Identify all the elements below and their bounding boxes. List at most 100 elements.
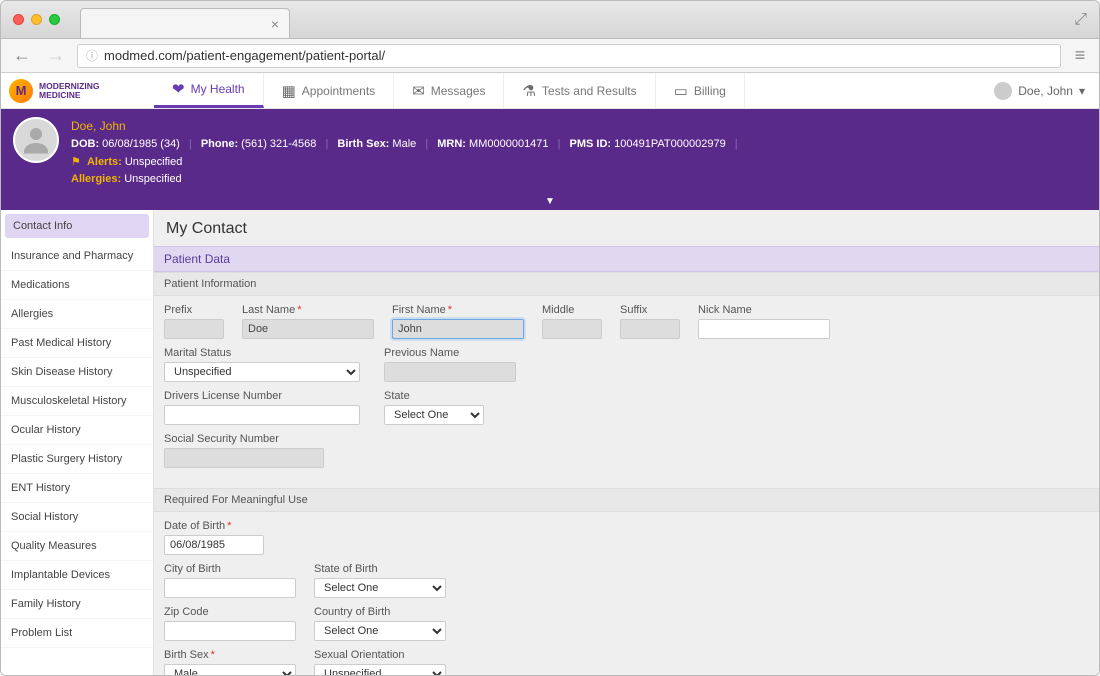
tab-appointments[interactable]: ▦ Appointments: [264, 73, 395, 108]
patient-avatar: [13, 117, 59, 163]
minimize-window-button[interactable]: [31, 14, 42, 25]
prefix-field[interactable]: [164, 319, 224, 339]
url-text: modmed.com/patient-engagement/patient-po…: [104, 48, 385, 63]
patient-name: Doe, John: [71, 117, 744, 136]
content-area: My Contact Patient Data Patient Informat…: [154, 210, 1099, 676]
sidebar-item-past-medical-history[interactable]: Past Medical History: [1, 329, 153, 358]
close-window-button[interactable]: [13, 14, 24, 25]
label-country-of-birth: Country of Birth: [314, 606, 446, 618]
logo-mark-icon: M: [9, 79, 33, 103]
label-last-name: Last Name*: [242, 304, 374, 316]
microscope-icon: ⚗: [522, 82, 535, 100]
tab-tests[interactable]: ⚗ Tests and Results: [504, 73, 655, 108]
sidebar-item-quality-measures[interactable]: Quality Measures: [1, 532, 153, 561]
birth-sex-select[interactable]: Male: [164, 664, 296, 676]
tab-label: Messages: [431, 84, 486, 98]
patient-alerts-row: ⚑ Alerts: Unspecified: [71, 154, 744, 172]
suffix-field[interactable]: [620, 319, 680, 339]
marital-status-select[interactable]: Unspecified: [164, 362, 360, 382]
sidebar-item-musculoskeletal-history[interactable]: Musculoskeletal History: [1, 387, 153, 416]
back-button[interactable]: ←: [9, 45, 35, 66]
patient-demographics-row: DOB: 06/08/1985 (34) | Phone: (561) 321-…: [71, 136, 744, 154]
tab-close-icon[interactable]: ×: [271, 16, 279, 32]
url-input[interactable]: ⓘ modmed.com/patient-engagement/patient-…: [77, 44, 1061, 68]
primary-nav: ❤ My Health ▦ Appointments ✉ Messages ⚗ …: [154, 73, 745, 108]
window-controls: [13, 14, 60, 25]
browser-window: × ⤢ ← → ⓘ modmed.com/patient-engagement/…: [0, 0, 1100, 676]
tab-label: Appointments: [302, 84, 375, 98]
sidebar-item-insurance-pharmacy[interactable]: Insurance and Pharmacy: [1, 242, 153, 271]
sidebar-item-allergies[interactable]: Allergies: [1, 300, 153, 329]
sidebar-item-plastic-surgery-history[interactable]: Plastic Surgery History: [1, 445, 153, 474]
browser-menu-button[interactable]: ≡: [1069, 45, 1091, 66]
sidebar-item-medications[interactable]: Medications: [1, 271, 153, 300]
sexual-orientation-select[interactable]: Unspecified: [314, 664, 446, 676]
drivers-license-field[interactable]: [164, 405, 360, 425]
maximize-window-button[interactable]: [49, 14, 60, 25]
label-prefix: Prefix: [164, 304, 224, 316]
sidebar-item-ocular-history[interactable]: Ocular History: [1, 416, 153, 445]
banner-expand-toggle[interactable]: ▼: [13, 195, 1087, 210]
city-of-birth-field[interactable]: [164, 578, 296, 598]
state-select[interactable]: Select One: [384, 405, 484, 425]
flag-icon: ⚑: [71, 156, 81, 168]
card-icon: ▭: [674, 82, 688, 100]
subsection-meaningful-use: Required For Meaningful Use: [154, 488, 1099, 512]
label-birth-sex: Birth Sex*: [164, 649, 296, 661]
heart-icon: ❤: [172, 80, 185, 98]
label-previous-name: Previous Name: [384, 347, 516, 359]
tab-my-health[interactable]: ❤ My Health: [154, 73, 264, 108]
user-name: Doe, John: [1018, 84, 1073, 98]
middle-field[interactable]: [542, 319, 602, 339]
patient-allergies-row: Allergies: Unspecified: [71, 171, 744, 189]
last-name-field[interactable]: [242, 319, 374, 339]
ssn-field[interactable]: [164, 448, 324, 468]
label-zip: Zip Code: [164, 606, 296, 618]
forward-button[interactable]: →: [43, 45, 69, 66]
state-of-birth-select[interactable]: Select One: [314, 578, 446, 598]
browser-tab[interactable]: ×: [80, 8, 290, 38]
page-title: My Contact: [154, 210, 1099, 246]
person-icon: [18, 122, 54, 158]
expand-icon[interactable]: ⤢: [1074, 11, 1087, 29]
zip-field[interactable]: [164, 621, 296, 641]
tab-billing[interactable]: ▭ Billing: [656, 73, 745, 108]
label-state-of-birth: State of Birth: [314, 563, 446, 575]
avatar-icon: [994, 82, 1012, 100]
sidebar-item-social-history[interactable]: Social History: [1, 503, 153, 532]
user-menu[interactable]: Doe, John ▾: [980, 73, 1099, 108]
label-city-of-birth: City of Birth: [164, 563, 296, 575]
previous-name-field[interactable]: [384, 362, 516, 382]
sidebar-item-problem-list[interactable]: Problem List: [1, 619, 153, 648]
site-info-icon: ⓘ: [86, 47, 98, 64]
label-drivers-license: Drivers License Number: [164, 390, 360, 402]
sidebar-item-ent-history[interactable]: ENT History: [1, 474, 153, 503]
app-body: Contact Info Insurance and Pharmacy Medi…: [1, 210, 1099, 676]
sidebar-item-skin-disease-history[interactable]: Skin Disease History: [1, 358, 153, 387]
chevron-down-icon: ▾: [1079, 84, 1085, 98]
label-dob: Date of Birth*: [164, 520, 264, 532]
nick-name-field[interactable]: [698, 319, 830, 339]
dob-field[interactable]: [164, 535, 264, 555]
label-sexual-orientation: Sexual Orientation: [314, 649, 446, 661]
first-name-field[interactable]: [392, 319, 524, 339]
label-ssn: Social Security Number: [164, 433, 324, 445]
browser-title-bar: × ⤢: [1, 1, 1099, 39]
sidebar-item-family-history[interactable]: Family History: [1, 590, 153, 619]
brand-logo[interactable]: M MODERNIZING MEDICINE: [1, 73, 154, 108]
label-suffix: Suffix: [620, 304, 680, 316]
form-meaningful-use: Date of Birth* City of Birth State of Bi…: [154, 512, 1099, 676]
country-of-birth-select[interactable]: Select One: [314, 621, 446, 641]
section-patient-data: Patient Data: [154, 246, 1099, 272]
sidebar: Contact Info Insurance and Pharmacy Medi…: [1, 210, 154, 676]
tab-label: My Health: [191, 82, 245, 96]
tab-label: Billing: [694, 84, 726, 98]
label-state: State: [384, 390, 484, 402]
sidebar-item-contact-info[interactable]: Contact Info: [5, 214, 149, 238]
sidebar-item-implantable-devices[interactable]: Implantable Devices: [1, 561, 153, 590]
patient-banner: Doe, John DOB: 06/08/1985 (34) | Phone: …: [1, 109, 1099, 210]
tab-messages[interactable]: ✉ Messages: [394, 73, 504, 108]
browser-toolbar: ← → ⓘ modmed.com/patient-engagement/pati…: [1, 39, 1099, 73]
app-header: M MODERNIZING MEDICINE ❤ My Health ▦ App…: [1, 73, 1099, 109]
subsection-patient-information: Patient Information: [154, 272, 1099, 296]
